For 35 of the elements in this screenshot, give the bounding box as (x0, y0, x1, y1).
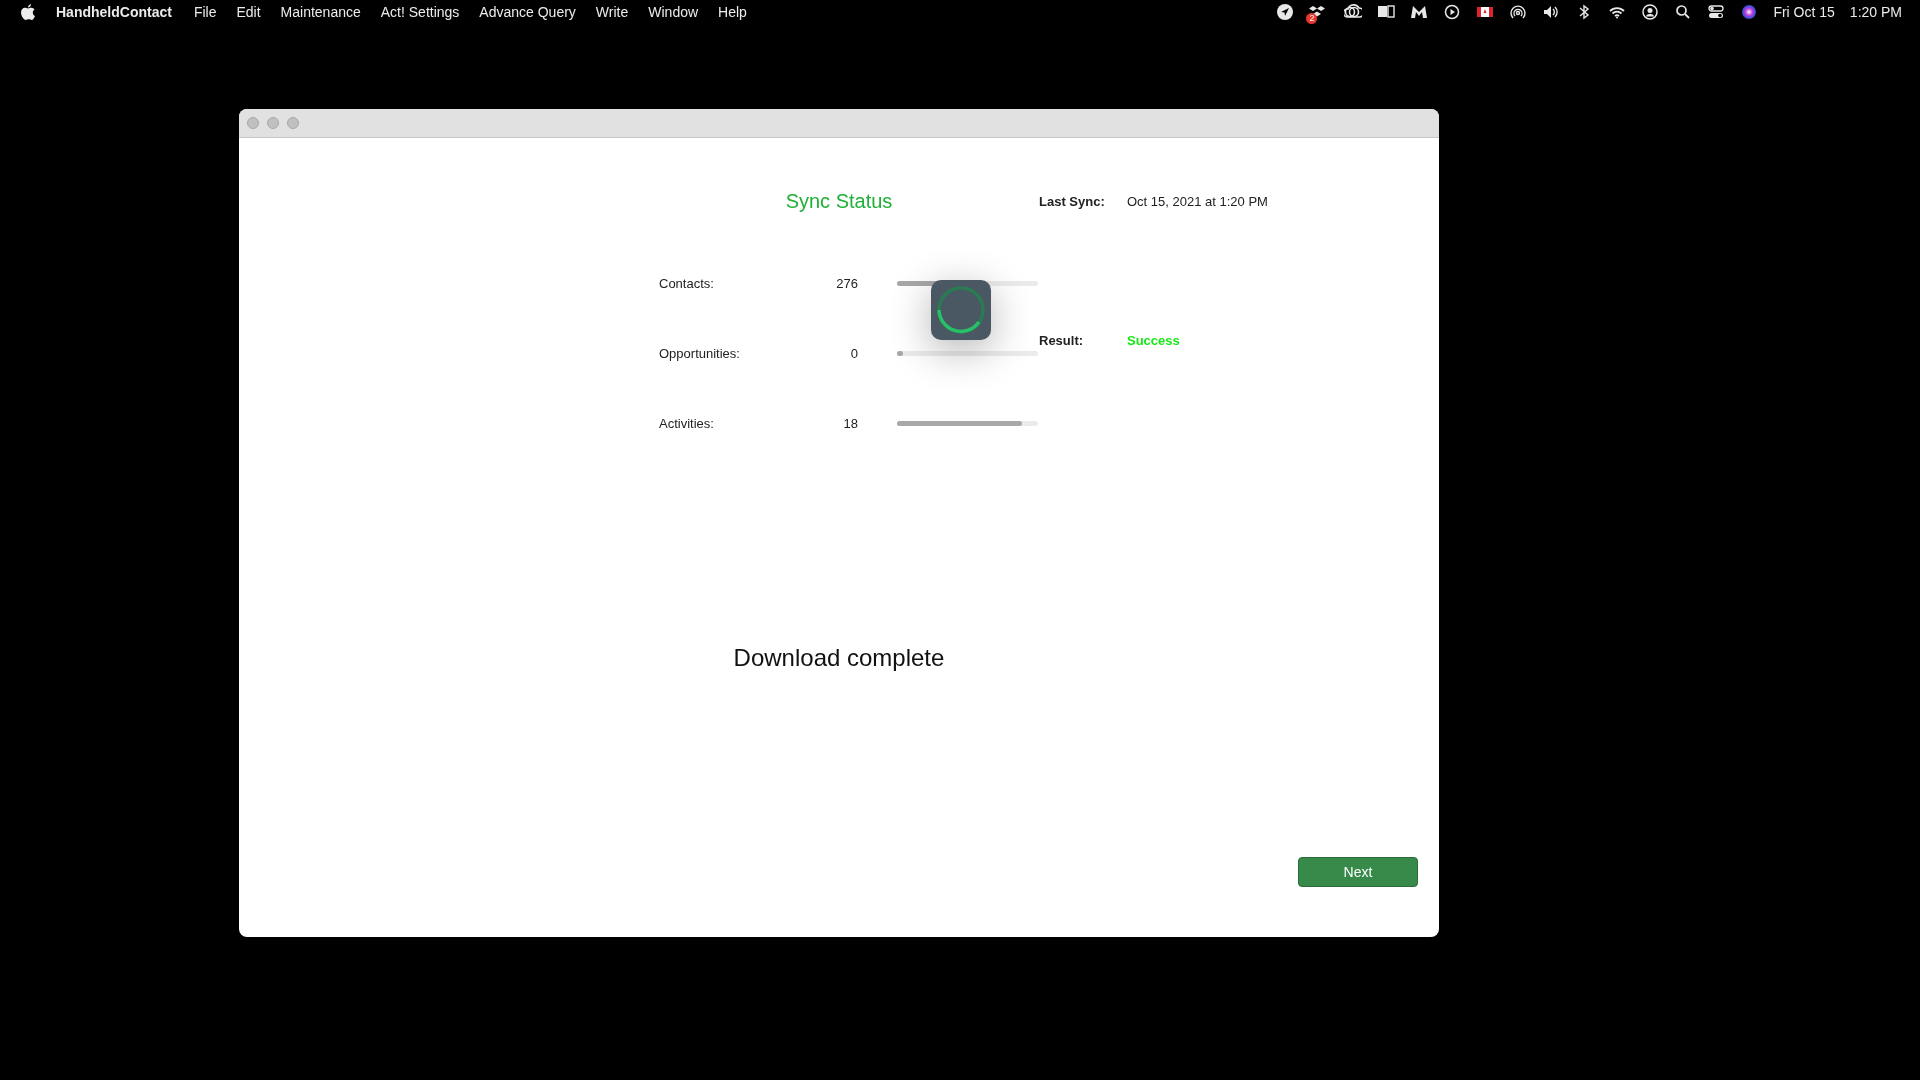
orb-icon[interactable] (1740, 3, 1759, 21)
play-circle-icon[interactable] (1443, 3, 1462, 21)
menu-item[interactable]: Write (595, 4, 629, 20)
menu-item[interactable]: Window (648, 4, 699, 20)
m-logo-icon[interactable] (1410, 3, 1429, 21)
next-button[interactable]: Next (1298, 857, 1418, 887)
notification-badge: 2 (1306, 13, 1318, 24)
app-menu[interactable]: HandheldContact (56, 4, 172, 20)
count-label: Contacts: (659, 275, 715, 291)
time-text[interactable]: 1:20 PM (1849, 4, 1902, 20)
screen-pair-icon[interactable] (1377, 3, 1396, 21)
menu-item[interactable]: Maintenance (280, 4, 361, 20)
section-title: Sync Status (784, 190, 894, 213)
menu-item[interactable]: Edit (236, 4, 261, 20)
count-value: 276 (835, 275, 858, 291)
last-sync-value: Oct 15, 2021 at 1:20 PM (1127, 194, 1268, 211)
last-sync-label: Last Sync: (1039, 194, 1106, 211)
date-text[interactable]: Fri Oct 15 (1773, 4, 1835, 20)
cloud-rings-icon[interactable] (1344, 3, 1363, 21)
menu-item[interactable]: Advance Query (479, 4, 576, 20)
count-label: Opportunities: (659, 345, 741, 361)
count-value: 0 (849, 345, 858, 361)
menu-item[interactable]: File (193, 4, 217, 20)
count-value: 18 (842, 415, 858, 431)
broadcast-icon[interactable] (1509, 3, 1528, 21)
menu-item[interactable]: Act! Settings (380, 4, 460, 20)
result-label: Result: (1039, 333, 1085, 350)
count-label: Activities: (659, 415, 715, 431)
user-circle-icon[interactable] (1641, 3, 1660, 21)
spinner-icon (931, 280, 991, 340)
apple-logo-icon[interactable] (20, 3, 36, 21)
result-value: Success (1127, 333, 1181, 350)
status-message: Download complete (733, 644, 945, 672)
toggles-icon[interactable] (1707, 3, 1726, 21)
menu-item[interactable]: Help (718, 4, 747, 20)
